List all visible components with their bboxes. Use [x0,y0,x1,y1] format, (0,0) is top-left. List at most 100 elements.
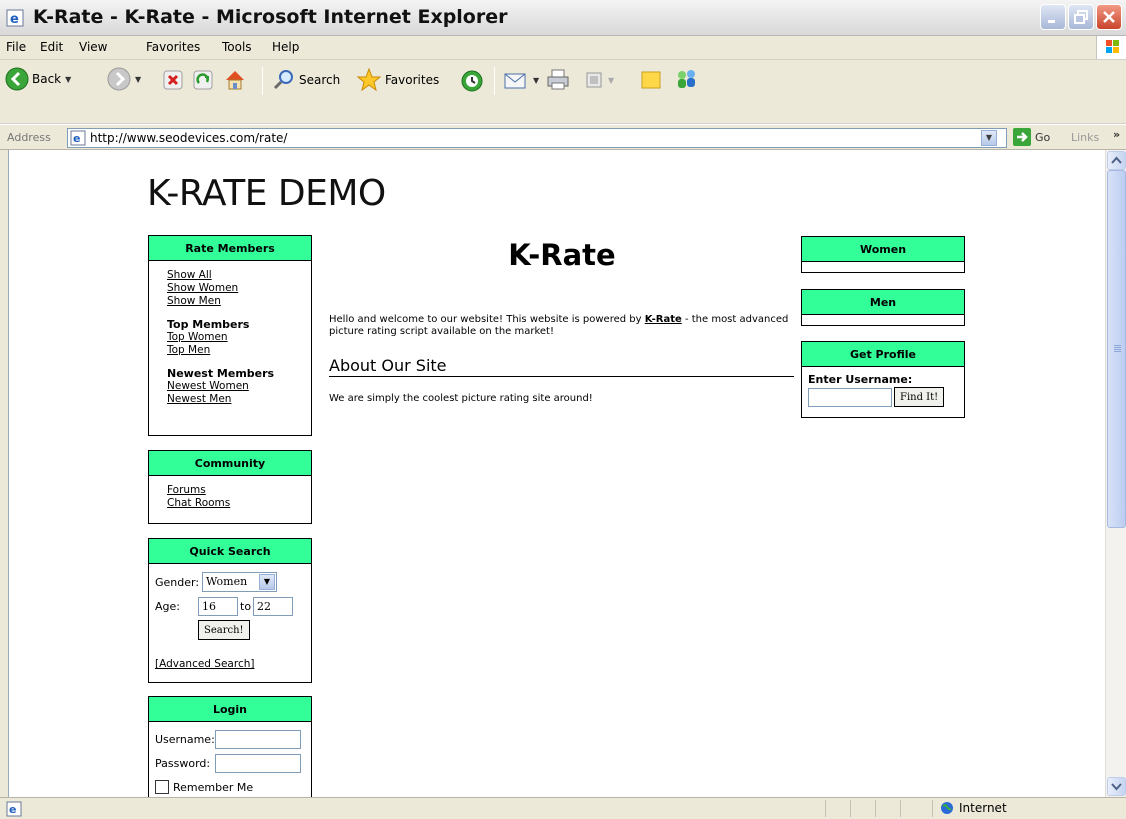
link-top-women[interactable]: Top Women [167,331,293,344]
password-input[interactable] [215,753,301,773]
quick-search-box: Quick Search Gender: Women ▼ Age: to Sea… [148,538,312,683]
standard-toolbar: Back ▼ ▼ Search Favorites ▼ ▼ [0,60,1126,124]
mail-button[interactable]: ▼ [503,69,539,91]
link-newest-men[interactable]: Newest Men [167,393,293,406]
link-newest-women[interactable]: Newest Women [167,380,293,393]
address-input[interactable]: e http://www.seodevices.com/rate/ ▼ [67,128,1007,148]
close-icon [1103,11,1115,23]
mail-dropdown-icon[interactable]: ▼ [533,76,539,85]
about-text: We are simply the coolest picture rating… [329,393,593,404]
profile-username-input[interactable] [808,387,892,407]
main-title: K-Rate [508,238,616,272]
discuss-button[interactable] [640,69,662,91]
get-profile-box: Get Profile Enter Username: Find It! [801,341,965,418]
gender-value: Women [206,575,248,588]
scroll-thumb[interactable] [1107,170,1126,528]
back-dropdown-icon[interactable]: ▼ [65,75,71,84]
link-show-women[interactable]: Show Women [167,282,293,295]
menu-edit[interactable]: Edit [40,40,63,54]
print-button[interactable] [546,68,570,92]
edit-button[interactable]: ▼ [584,70,614,90]
toolbar-separator [262,67,263,95]
forward-dropdown-icon[interactable]: ▼ [135,75,141,84]
rate-members-box: Rate Members Show All Show Women Show Me… [148,235,312,436]
menu-view[interactable]: View [79,40,107,54]
messenger-button[interactable] [674,68,700,92]
search-button[interactable]: Search [272,68,340,92]
age-to-label: to [240,599,252,613]
stop-icon [163,70,183,90]
username-input[interactable] [215,729,301,749]
login-title: Login [149,697,311,722]
menu-help[interactable]: Help [272,40,299,54]
page-content: K-RATE DEMO Rate Members Show All Show W… [8,150,1105,797]
chevron-down-icon [1111,783,1122,791]
back-arrow-icon [5,67,29,91]
women-box: Women [801,236,965,273]
address-label: Address [7,131,51,144]
age-to-input[interactable] [253,596,294,616]
security-zone: Internet [940,801,1007,815]
link-show-all[interactable]: Show All [167,269,293,282]
k-rate-link[interactable]: K-Rate [645,314,682,325]
links-toolbar[interactable]: Links [1071,131,1099,144]
link-chat-rooms[interactable]: Chat Rooms [167,497,293,510]
go-button[interactable]: Go [1013,128,1050,146]
close-button[interactable] [1096,4,1122,30]
link-top-men[interactable]: Top Men [167,344,293,357]
men-title: Men [802,290,964,315]
quick-search-button[interactable]: Search! [198,620,250,640]
folder-note-icon [641,71,661,89]
age-from-input[interactable] [198,596,238,616]
home-button[interactable] [223,68,247,92]
windows-flag-icon [1096,36,1126,59]
favorites-button[interactable]: Favorites [356,67,439,93]
forward-button[interactable]: ▼ [107,67,141,91]
link-show-men[interactable]: Show Men [167,295,293,308]
history-button[interactable] [460,69,484,93]
password-label: Password: [155,756,211,770]
vertical-scrollbar[interactable] [1105,150,1126,797]
back-button[interactable]: Back ▼ [5,67,71,91]
remember-me-checkbox[interactable] [155,780,169,794]
scroll-down-button[interactable] [1107,777,1126,796]
advanced-search-link[interactable]: [Advanced Search] [155,658,305,670]
address-bar: Address e http://www.seodevices.com/rate… [0,124,1126,150]
svg-text:e: e [9,803,16,816]
edit-dropdown-icon[interactable]: ▼ [608,76,614,85]
address-url: http://www.seodevices.com/rate/ [90,131,288,145]
about-heading: About Our Site [329,356,794,377]
window-title: K-Rate - K-Rate - Microsoft Internet Exp… [33,6,508,28]
minimize-button[interactable] [1040,4,1066,30]
restore-button[interactable] [1068,4,1094,30]
go-label: Go [1035,130,1051,144]
menu-favorites[interactable]: Favorites [146,40,200,54]
address-dropdown-icon[interactable]: ▼ [981,130,997,146]
menu-file[interactable]: File [6,40,26,54]
get-profile-title: Get Profile [802,342,964,367]
menu-bar: File Edit View Favorites Tools Help [0,36,1126,60]
welcome-text: Hello and welcome to our website! This w… [329,314,789,337]
globe-icon [941,802,953,814]
status-cell [900,800,923,817]
refresh-button[interactable] [193,70,213,90]
messenger-icon [678,70,695,88]
status-cell [850,800,873,817]
gender-select[interactable]: Women ▼ [202,572,277,592]
scroll-up-button[interactable] [1107,151,1126,170]
links-chevron-icon[interactable]: » [1113,128,1120,141]
find-it-button[interactable]: Find It! [894,387,945,407]
window-title-bar: e K-Rate - K-Rate - Microsoft Internet E… [0,0,1126,36]
age-label: Age: [155,599,180,613]
status-bar: e Internet [0,797,1126,819]
home-icon [226,71,244,90]
community-box: Community Forums Chat Rooms [148,450,312,524]
forward-arrow-icon [107,67,131,91]
chevron-down-icon: ▼ [259,574,275,590]
stop-button[interactable] [163,70,183,90]
link-forums[interactable]: Forums [167,484,293,497]
rate-members-title: Rate Members [149,236,311,261]
minimize-icon [1048,20,1055,23]
site-title: K-RATE DEMO [147,173,386,214]
menu-tools[interactable]: Tools [222,40,252,54]
